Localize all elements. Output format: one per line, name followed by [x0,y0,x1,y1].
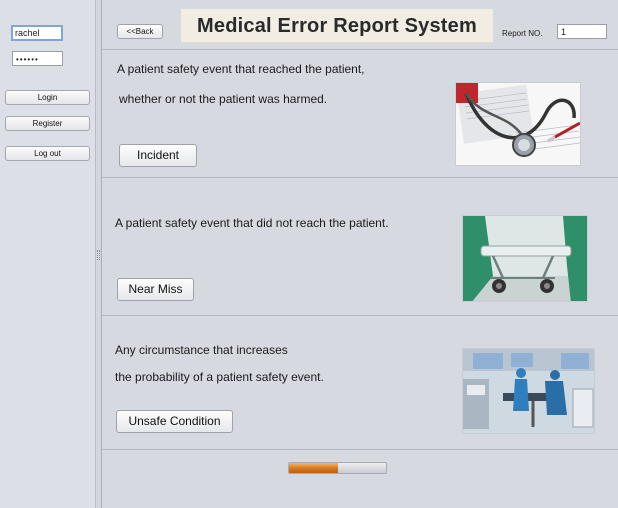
incident-description-line-1: A patient safety event that reached the … [117,62,365,76]
sidebar: rachel •••••• Login Register Log out [0,0,96,508]
logout-button[interactable]: Log out [5,146,90,161]
section-divider [102,449,618,450]
password-field[interactable]: •••••• [12,51,63,66]
username-field[interactable]: rachel [11,25,63,41]
progress-bar [288,462,387,474]
section-divider [102,315,618,316]
operating-room-photo-icon [462,348,595,434]
splitter-grip-icon[interactable] [97,250,100,260]
unsafe-condition-description-line-1: Any circumstance that increases [115,343,288,357]
hospital-stretcher-photo-icon [462,215,588,302]
near-miss-button[interactable]: Near Miss [117,278,194,301]
unsafe-condition-description-line-2: the probability of a patient safety even… [115,370,324,384]
page-title: Medical Error Report System [181,9,493,43]
register-button[interactable]: Register [5,116,90,131]
section-divider [102,177,618,178]
login-button[interactable]: Login [5,90,90,105]
near-miss-description-line-1: A patient safety event that did not reac… [115,216,389,230]
header-divider [102,49,618,50]
stethoscope-photo-icon [455,82,581,166]
progress-bar-fill [289,463,338,473]
split-pane-divider[interactable] [96,0,102,508]
incident-description-line-2: whether or not the patient was harmed. [119,92,328,106]
back-button[interactable]: <<Back [117,24,163,39]
report-number-label: Report NO. [502,29,543,38]
unsafe-condition-button[interactable]: Unsafe Condition [116,410,233,433]
report-number-field[interactable]: 1 [557,24,607,39]
incident-button[interactable]: Incident [119,144,197,167]
